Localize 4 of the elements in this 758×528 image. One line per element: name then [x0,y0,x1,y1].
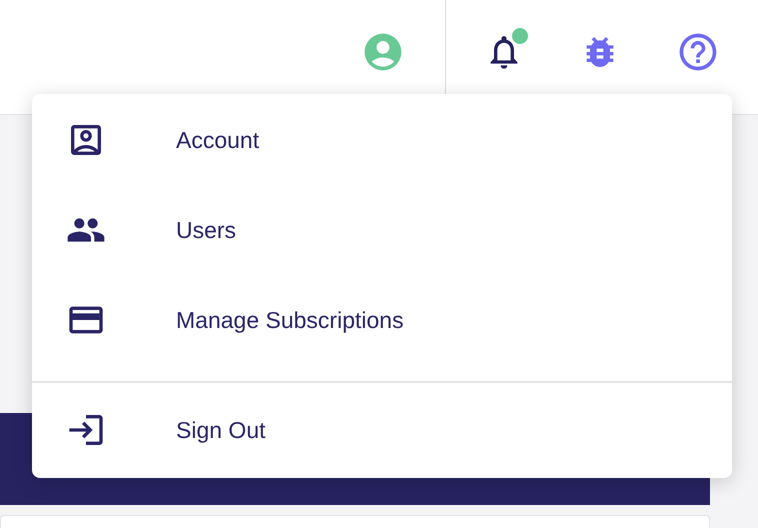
menu-item[interactable]: Sign Out [32,399,732,461]
menu-item[interactable]: Account [32,95,732,185]
menu-item[interactable]: Manage Subscriptions [32,275,732,365]
menu-item[interactable]: Users [32,185,732,275]
